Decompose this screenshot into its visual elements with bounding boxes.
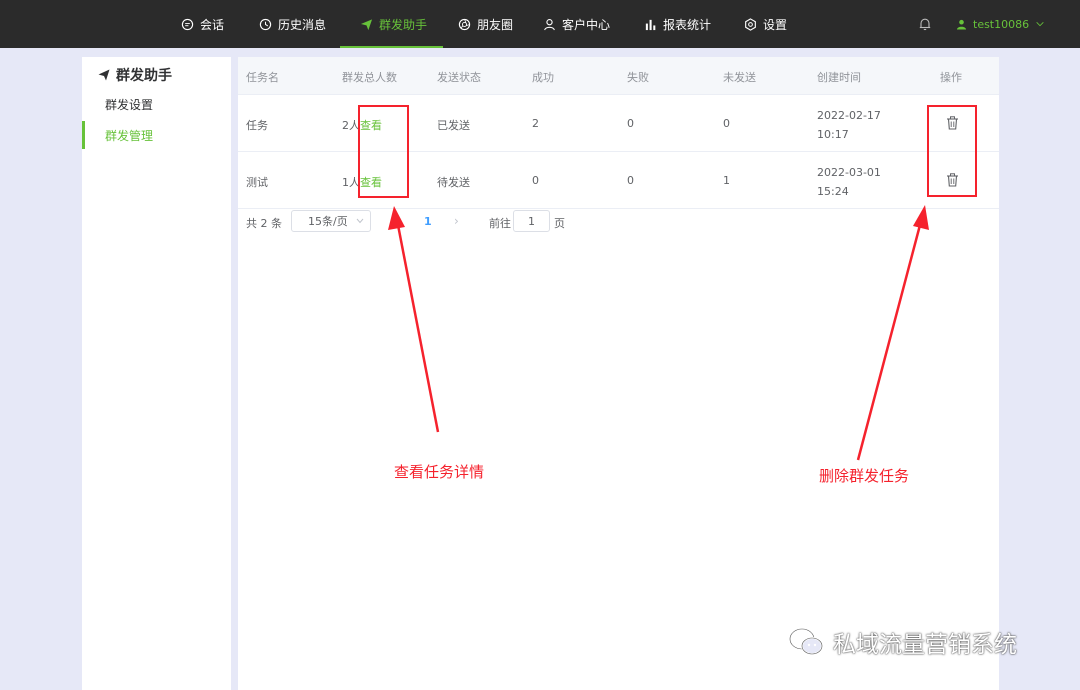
annotation-label-delete: 删除群发任务	[819, 467, 910, 485]
watermark: 私域流量营销系统	[787, 624, 1017, 660]
nav-item-reports[interactable]: 报表统计	[644, 0, 711, 48]
nav-item-moments[interactable]: 朋友圈	[458, 0, 513, 48]
page-size-value: 15条/页	[308, 215, 348, 228]
nav-label: 报表统计	[663, 17, 712, 32]
user-menu[interactable]: test10086	[956, 0, 1045, 48]
watermark-text: 私域流量营销系统	[833, 632, 1017, 658]
cell-fail: 0	[627, 174, 634, 187]
send-icon	[360, 18, 373, 30]
cell-unsent: 0	[723, 117, 730, 130]
sidebar-title-label: 群发助手	[116, 68, 172, 84]
nav-label: 会话	[200, 17, 225, 32]
page-suffix: 页	[554, 217, 565, 230]
cell-task-name: 测试	[246, 176, 268, 189]
column-header-status: 发送状态	[437, 71, 481, 84]
column-header-actions: 操作	[940, 71, 962, 84]
top-nav-bar: 会话 历史消息 群发助手 朋友圈 客户中心 报表统计 设置 test10086	[0, 0, 1080, 48]
page-size-select[interactable]: 15条/页	[291, 210, 371, 232]
nav-label: 历史消息	[278, 17, 327, 32]
pagination: 共 2 条 15条/页 1 › 前往 页	[238, 209, 999, 233]
sidebar-item-mass-management[interactable]: 群发管理	[82, 121, 231, 149]
goto-page-input[interactable]	[513, 210, 550, 232]
sidebar: 群发助手 群发设置 群发管理	[82, 57, 231, 690]
column-header-created: 创建时间	[817, 71, 861, 84]
cell-status: 已发送	[437, 119, 470, 132]
aperture-icon	[458, 18, 471, 30]
nav-item-chat[interactable]: 会话	[181, 0, 224, 48]
cell-success: 2	[532, 117, 539, 130]
cell-status: 待发送	[437, 176, 470, 189]
bar-chart-icon	[645, 19, 656, 30]
annotation-label-view: 查看任务详情	[394, 463, 485, 481]
nav-label: 设置	[763, 17, 788, 32]
column-header-unsent: 未发送	[723, 71, 756, 84]
chevron-down-icon	[356, 218, 364, 224]
column-header-fail: 失败	[627, 71, 649, 84]
table-row: 任务 2人查看 已发送 2 0 0 2022-02-17 10:17	[238, 95, 999, 152]
cell-created: 2022-03-01 15:24	[817, 166, 881, 198]
clock-icon	[259, 18, 272, 30]
nav-item-history[interactable]: 历史消息	[259, 0, 326, 48]
chat-icon	[181, 18, 194, 30]
send-icon	[98, 69, 110, 81]
person-icon	[544, 18, 555, 30]
nav-label: 群发助手	[379, 17, 428, 32]
sidebar-item-mass-settings[interactable]: 群发设置	[82, 90, 231, 118]
nav-label: 客户中心	[562, 17, 611, 32]
gear-icon	[745, 17, 756, 31]
column-header-success: 成功	[532, 71, 554, 84]
cell-created: 2022-02-17 10:17	[817, 109, 881, 141]
chevron-down-icon	[1036, 22, 1044, 27]
table-header: 任务名 群发总人数 发送状态 成功 失败 未发送 创建时间 操作	[238, 57, 999, 95]
nav-label: 朋友圈	[477, 17, 514, 32]
nav-item-settings[interactable]: 设置	[744, 0, 787, 48]
main-panel: 任务名 群发总人数 发送状态 成功 失败 未发送 创建时间 操作 任务 2人查看…	[238, 57, 999, 690]
bell-icon[interactable]	[918, 17, 932, 31]
user-icon	[956, 19, 967, 30]
sidebar-item-label: 群发管理	[105, 128, 154, 143]
nav-item-mass-send[interactable]: 群发助手	[339, 0, 444, 48]
goto-label: 前往	[489, 217, 511, 230]
next-page-button[interactable]: ›	[454, 214, 459, 228]
annotation-box-delete	[927, 105, 977, 197]
table-row: 测试 1人查看 待发送 0 0 1 2022-03-01 15:24	[238, 152, 999, 209]
nav-item-customers[interactable]: 客户中心	[543, 0, 610, 48]
page-number-current[interactable]: 1	[424, 215, 432, 228]
column-header-total: 群发总人数	[342, 71, 397, 84]
sidebar-item-label: 群发设置	[105, 97, 154, 112]
annotation-box-view	[358, 105, 409, 198]
cell-unsent: 1	[723, 174, 730, 187]
cell-success: 0	[532, 174, 539, 187]
cell-fail: 0	[627, 117, 634, 130]
user-name: test10086	[973, 17, 1030, 31]
sidebar-title: 群发助手	[98, 65, 172, 85]
pagination-total: 共 2 条	[246, 217, 282, 230]
column-header-task-name: 任务名	[246, 71, 279, 84]
wechat-icon	[789, 628, 823, 655]
cell-task-name: 任务	[246, 119, 268, 132]
